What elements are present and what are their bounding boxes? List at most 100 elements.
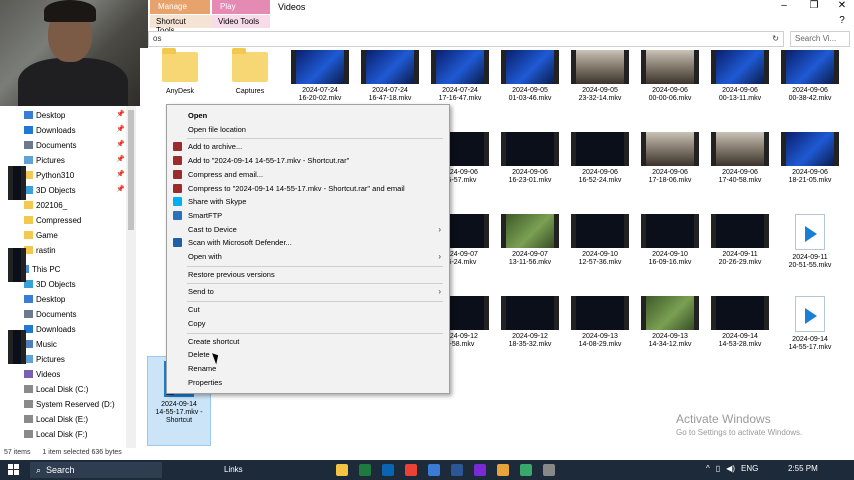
nav-pc-item-9[interactable]: Local Disk (E:) — [24, 412, 88, 426]
context-menu-item[interactable]: Share with Skype — [167, 195, 449, 208]
nav-item-1[interactable]: Downloads — [24, 123, 76, 137]
links-toolbar[interactable]: Links — [220, 463, 330, 477]
file-tile[interactable]: 2024-09-06 17-18-06.mkv — [634, 132, 706, 185]
nav-pc-item-1[interactable]: Desktop — [24, 292, 65, 306]
nav-item-2[interactable]: Documents — [24, 138, 76, 152]
nav-scrollbar[interactable] — [126, 106, 136, 448]
minimize-button[interactable]: – — [770, 0, 798, 14]
nav-pc-item-10[interactable]: Local Disk (F:) — [24, 427, 88, 441]
close-button[interactable]: ✕ — [828, 0, 854, 14]
nav-item-6[interactable]: 202106_ — [24, 198, 67, 212]
nav-item-5[interactable]: 3D Objects — [24, 183, 76, 197]
file-tile[interactable]: 2024-09-05 23-32-14.mkv — [564, 50, 636, 103]
context-menu-item[interactable]: Add to archive... — [167, 140, 449, 153]
file-tile[interactable]: 2024-09-06 17-40-58.mkv — [704, 132, 776, 185]
nav-pc-item-4[interactable]: Music — [24, 337, 57, 351]
taskbar-app-icon[interactable] — [428, 464, 440, 476]
context-menu-item[interactable]: Scan with Microsoft Defender... — [167, 236, 449, 249]
nav-item-7[interactable]: Compressed — [24, 213, 81, 227]
video-thumbnail[interactable] — [8, 166, 26, 200]
tab-video-tools[interactable]: Video Tools — [212, 15, 270, 28]
file-tile[interactable]: 2024-09-10 12-57-36.mkv — [564, 214, 636, 267]
network-icon[interactable]: ▯ — [716, 464, 720, 473]
video-thumbnail[interactable] — [8, 248, 26, 282]
video-thumbnail[interactable] — [8, 330, 26, 364]
file-tile[interactable]: 2024-07-24 16-47-18.mkv — [354, 50, 426, 103]
context-menu-item[interactable]: Open — [167, 109, 449, 122]
context-menu-item[interactable]: Delete — [167, 348, 449, 361]
context-menu-item[interactable]: Properties — [167, 376, 449, 389]
taskbar-search[interactable]: ⌕ Search — [30, 462, 162, 478]
nav-pc-item-7[interactable]: Local Disk (C:) — [24, 382, 88, 396]
restore-button[interactable]: ❐ — [800, 0, 828, 14]
file-tile[interactable]: 2024-09-11 20-51-55.mkv — [774, 214, 846, 270]
nav-item-9[interactable]: rastin — [24, 243, 56, 257]
file-tile[interactable]: 2024-09-07 13-11-56.mkv — [494, 214, 566, 267]
file-tile[interactable]: 2024-09-06 00-38-42.mkv — [774, 50, 846, 103]
tab-manage[interactable]: Manage — [150, 0, 210, 14]
file-tile[interactable]: 2024-09-11 20-26-29.mkv — [704, 214, 776, 267]
context-menu-item[interactable]: Cast to Device › — [167, 223, 449, 236]
nav-pc-item-5[interactable]: Pictures — [24, 352, 65, 366]
taskbar-app-icon[interactable] — [520, 464, 532, 476]
file-tile[interactable]: 2024-09-06 00-13-11.mkv — [704, 50, 776, 103]
file-tile[interactable]: 2024-07-24 16-20-02.mkv — [284, 50, 356, 103]
context-menu-item[interactable]: SmartFTP — [167, 209, 449, 222]
file-tile[interactable]: 2024-09-14 14-53-28.mkv — [704, 296, 776, 349]
file-tile[interactable]: 2024-09-12 18-35-32.mkv — [494, 296, 566, 349]
context-menu-item[interactable]: Create shortcut — [167, 335, 449, 348]
taskbar-app-icon[interactable] — [543, 464, 555, 476]
file-tile[interactable]: 2024-09-06 16-52-24.mkv — [564, 132, 636, 185]
context-menu-item[interactable]: Open file location — [167, 123, 449, 136]
search-input[interactable]: Search Vi... — [790, 31, 850, 47]
nav-pc-item-6[interactable]: Videos — [24, 367, 60, 381]
context-menu-item[interactable]: Rename — [167, 362, 449, 375]
language-indicator[interactable]: ENG — [741, 464, 758, 473]
tray-chevron-icon[interactable]: ^ — [706, 464, 710, 473]
taskbar-app-icon[interactable] — [382, 464, 394, 476]
context-menu-item[interactable]: Add to "2024-09-14 14-55-17.mkv - Shortc… — [167, 154, 449, 167]
nav-item-3[interactable]: Pictures — [24, 153, 65, 167]
taskbar-app-icon[interactable] — [359, 464, 371, 476]
file-tile[interactable]: 2024-09-05 01-03-46.mkv — [494, 50, 566, 103]
taskbar-app-icon[interactable] — [451, 464, 463, 476]
tab-shortcut-tools[interactable]: Shortcut Tools — [150, 15, 212, 35]
nav-pc-item-2[interactable]: Documents — [24, 307, 76, 321]
context-menu-item[interactable]: Open with › — [167, 250, 449, 263]
file-tile[interactable]: 2024-09-14 14-55-17.mkv — [774, 296, 846, 352]
context-menu-item[interactable]: Copy — [167, 317, 449, 330]
nav-pc-item-3[interactable]: Downloads — [24, 322, 76, 336]
refresh-icon[interactable]: ↻ — [772, 34, 779, 43]
file-tile[interactable]: 2024-09-06 16-23-01.mkv — [494, 132, 566, 185]
file-tile[interactable]: 2024-07-24 17-16-47.mkv — [424, 50, 496, 103]
file-tile[interactable]: 2024-09-13 14-34-12.mkv — [634, 296, 706, 349]
help-icon[interactable]: ? — [828, 15, 854, 29]
taskbar-app-icon[interactable] — [497, 464, 509, 476]
taskbar-app-icon[interactable] — [405, 464, 417, 476]
nav-item-4[interactable]: Python310 — [24, 168, 74, 182]
context-menu-item[interactable]: Cut — [167, 303, 449, 316]
file-tile[interactable]: 2024-09-13 14-08-29.mkv — [564, 296, 636, 349]
file-tile[interactable]: 2024-09-06 18-21-05.mkv — [774, 132, 846, 185]
context-menu-item[interactable]: Compress and email... — [167, 168, 449, 181]
volume-icon[interactable]: ◀) — [726, 464, 735, 473]
nav-item-this-pc[interactable]: This PC — [20, 262, 60, 276]
taskbar-clock[interactable]: 2:55 PM — [788, 464, 818, 473]
context-menu-item[interactable]: Compress to "2024-09-14 14-55-17.mkv - S… — [167, 182, 449, 195]
nav-item-0[interactable]: Desktop — [24, 108, 65, 122]
windows-start-icon[interactable] — [8, 464, 20, 476]
nav-scroll-thumb[interactable] — [128, 110, 134, 230]
file-tile[interactable]: Captures — [214, 48, 286, 96]
file-tile[interactable]: 2024-09-10 16-09-16.mkv — [634, 214, 706, 267]
address-bar[interactable]: os ↻ — [148, 31, 784, 47]
context-menu-item[interactable]: Send to › — [167, 285, 449, 298]
taskbar-app-icon[interactable] — [336, 464, 348, 476]
context-menu-item[interactable]: Restore previous versions — [167, 268, 449, 281]
taskbar-app-icon[interactable] — [474, 464, 486, 476]
file-tile[interactable]: AnyDesk — [144, 48, 216, 96]
nav-pc-item-0[interactable]: 3D Objects — [24, 277, 76, 291]
file-tile[interactable]: 2024-09-06 00-00-06.mkv — [634, 50, 706, 103]
tab-play[interactable]: Play — [212, 0, 270, 14]
nav-pc-item-8[interactable]: System Reserved (D:) — [24, 397, 115, 411]
nav-item-8[interactable]: Game — [24, 228, 58, 242]
